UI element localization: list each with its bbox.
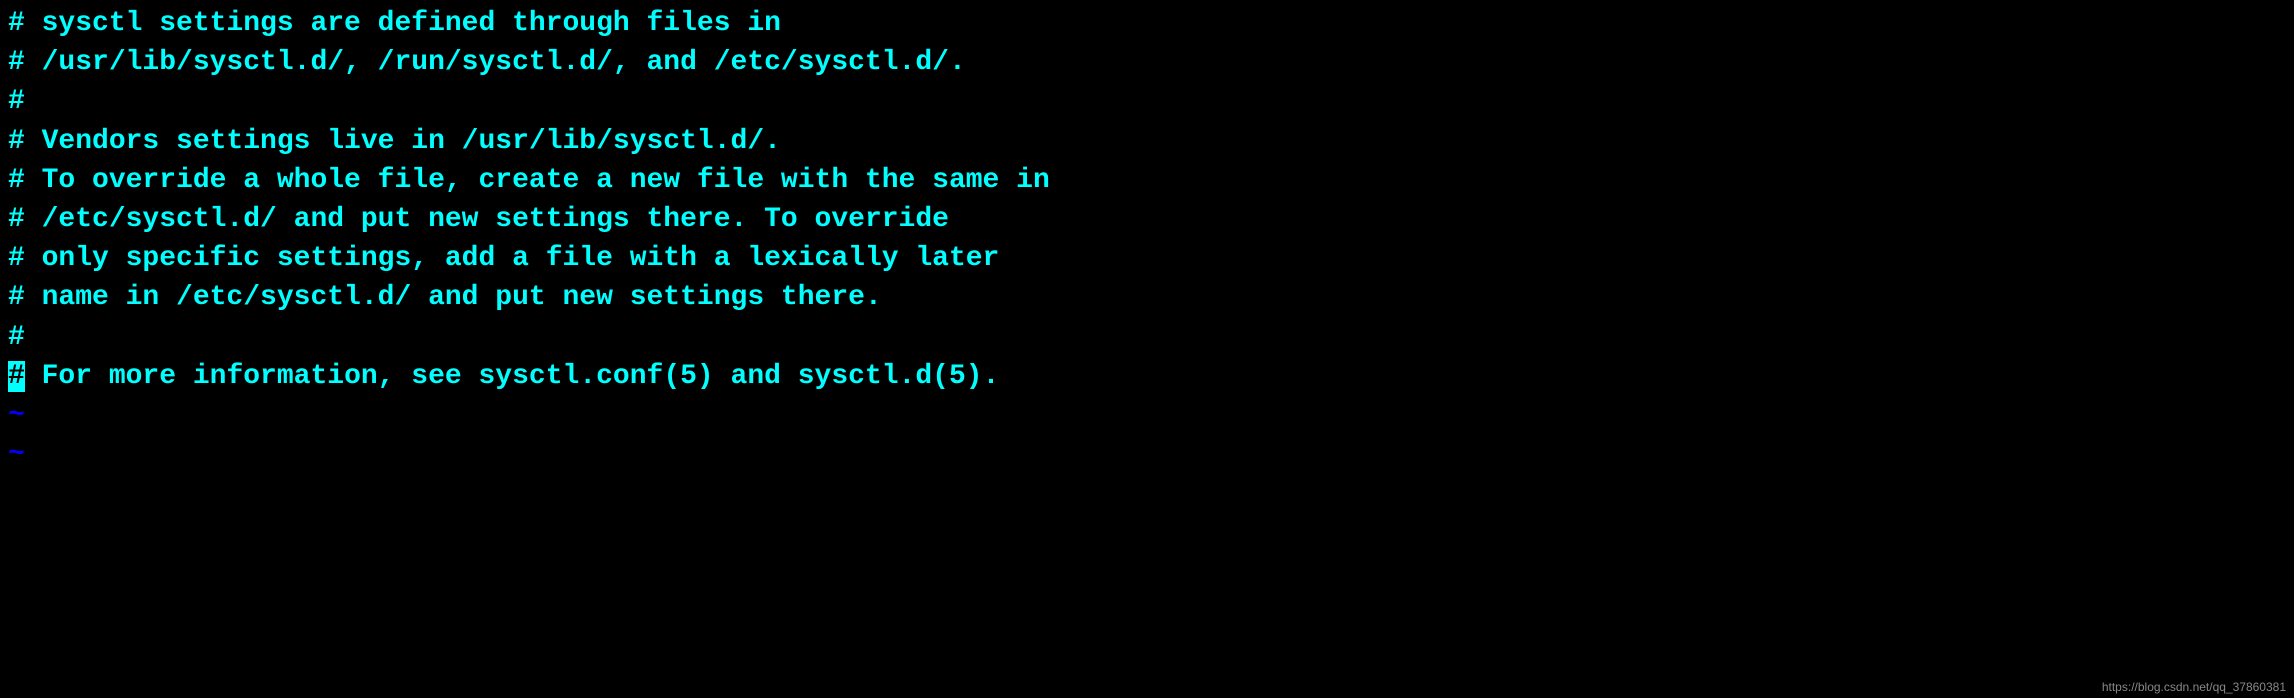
file-content: # sysctl settings are defined through fi… bbox=[8, 4, 2286, 474]
comment-line: # bbox=[8, 318, 2286, 357]
comment-line: # To override a whole file, create a new… bbox=[8, 161, 2286, 200]
comment-line: # /usr/lib/sysctl.d/, /run/sysctl.d/, an… bbox=[8, 43, 2286, 82]
empty-line-tilde: ~ bbox=[8, 396, 2286, 435]
comment-line: # sysctl settings are defined through fi… bbox=[8, 4, 2286, 43]
comment-line: # bbox=[8, 82, 2286, 121]
cursor-line-rest: For more information, see sysctl.conf(5)… bbox=[25, 361, 1000, 392]
watermark: https://blog.csdn.net/qq_37860381 bbox=[2102, 679, 2286, 696]
empty-line-tilde: ~ bbox=[8, 435, 2286, 474]
comment-line: # Vendors settings live in /usr/lib/sysc… bbox=[8, 122, 2286, 161]
comment-line: # only specific settings, add a file wit… bbox=[8, 239, 2286, 278]
cursor: # bbox=[8, 361, 25, 392]
comment-line: # /etc/sysctl.d/ and put new settings th… bbox=[8, 200, 2286, 239]
vim-editor[interactable]: # sysctl settings are defined through fi… bbox=[8, 4, 2286, 474]
comment-line: # name in /etc/sysctl.d/ and put new set… bbox=[8, 278, 2286, 317]
cursor-line: # For more information, see sysctl.conf(… bbox=[8, 357, 2286, 396]
